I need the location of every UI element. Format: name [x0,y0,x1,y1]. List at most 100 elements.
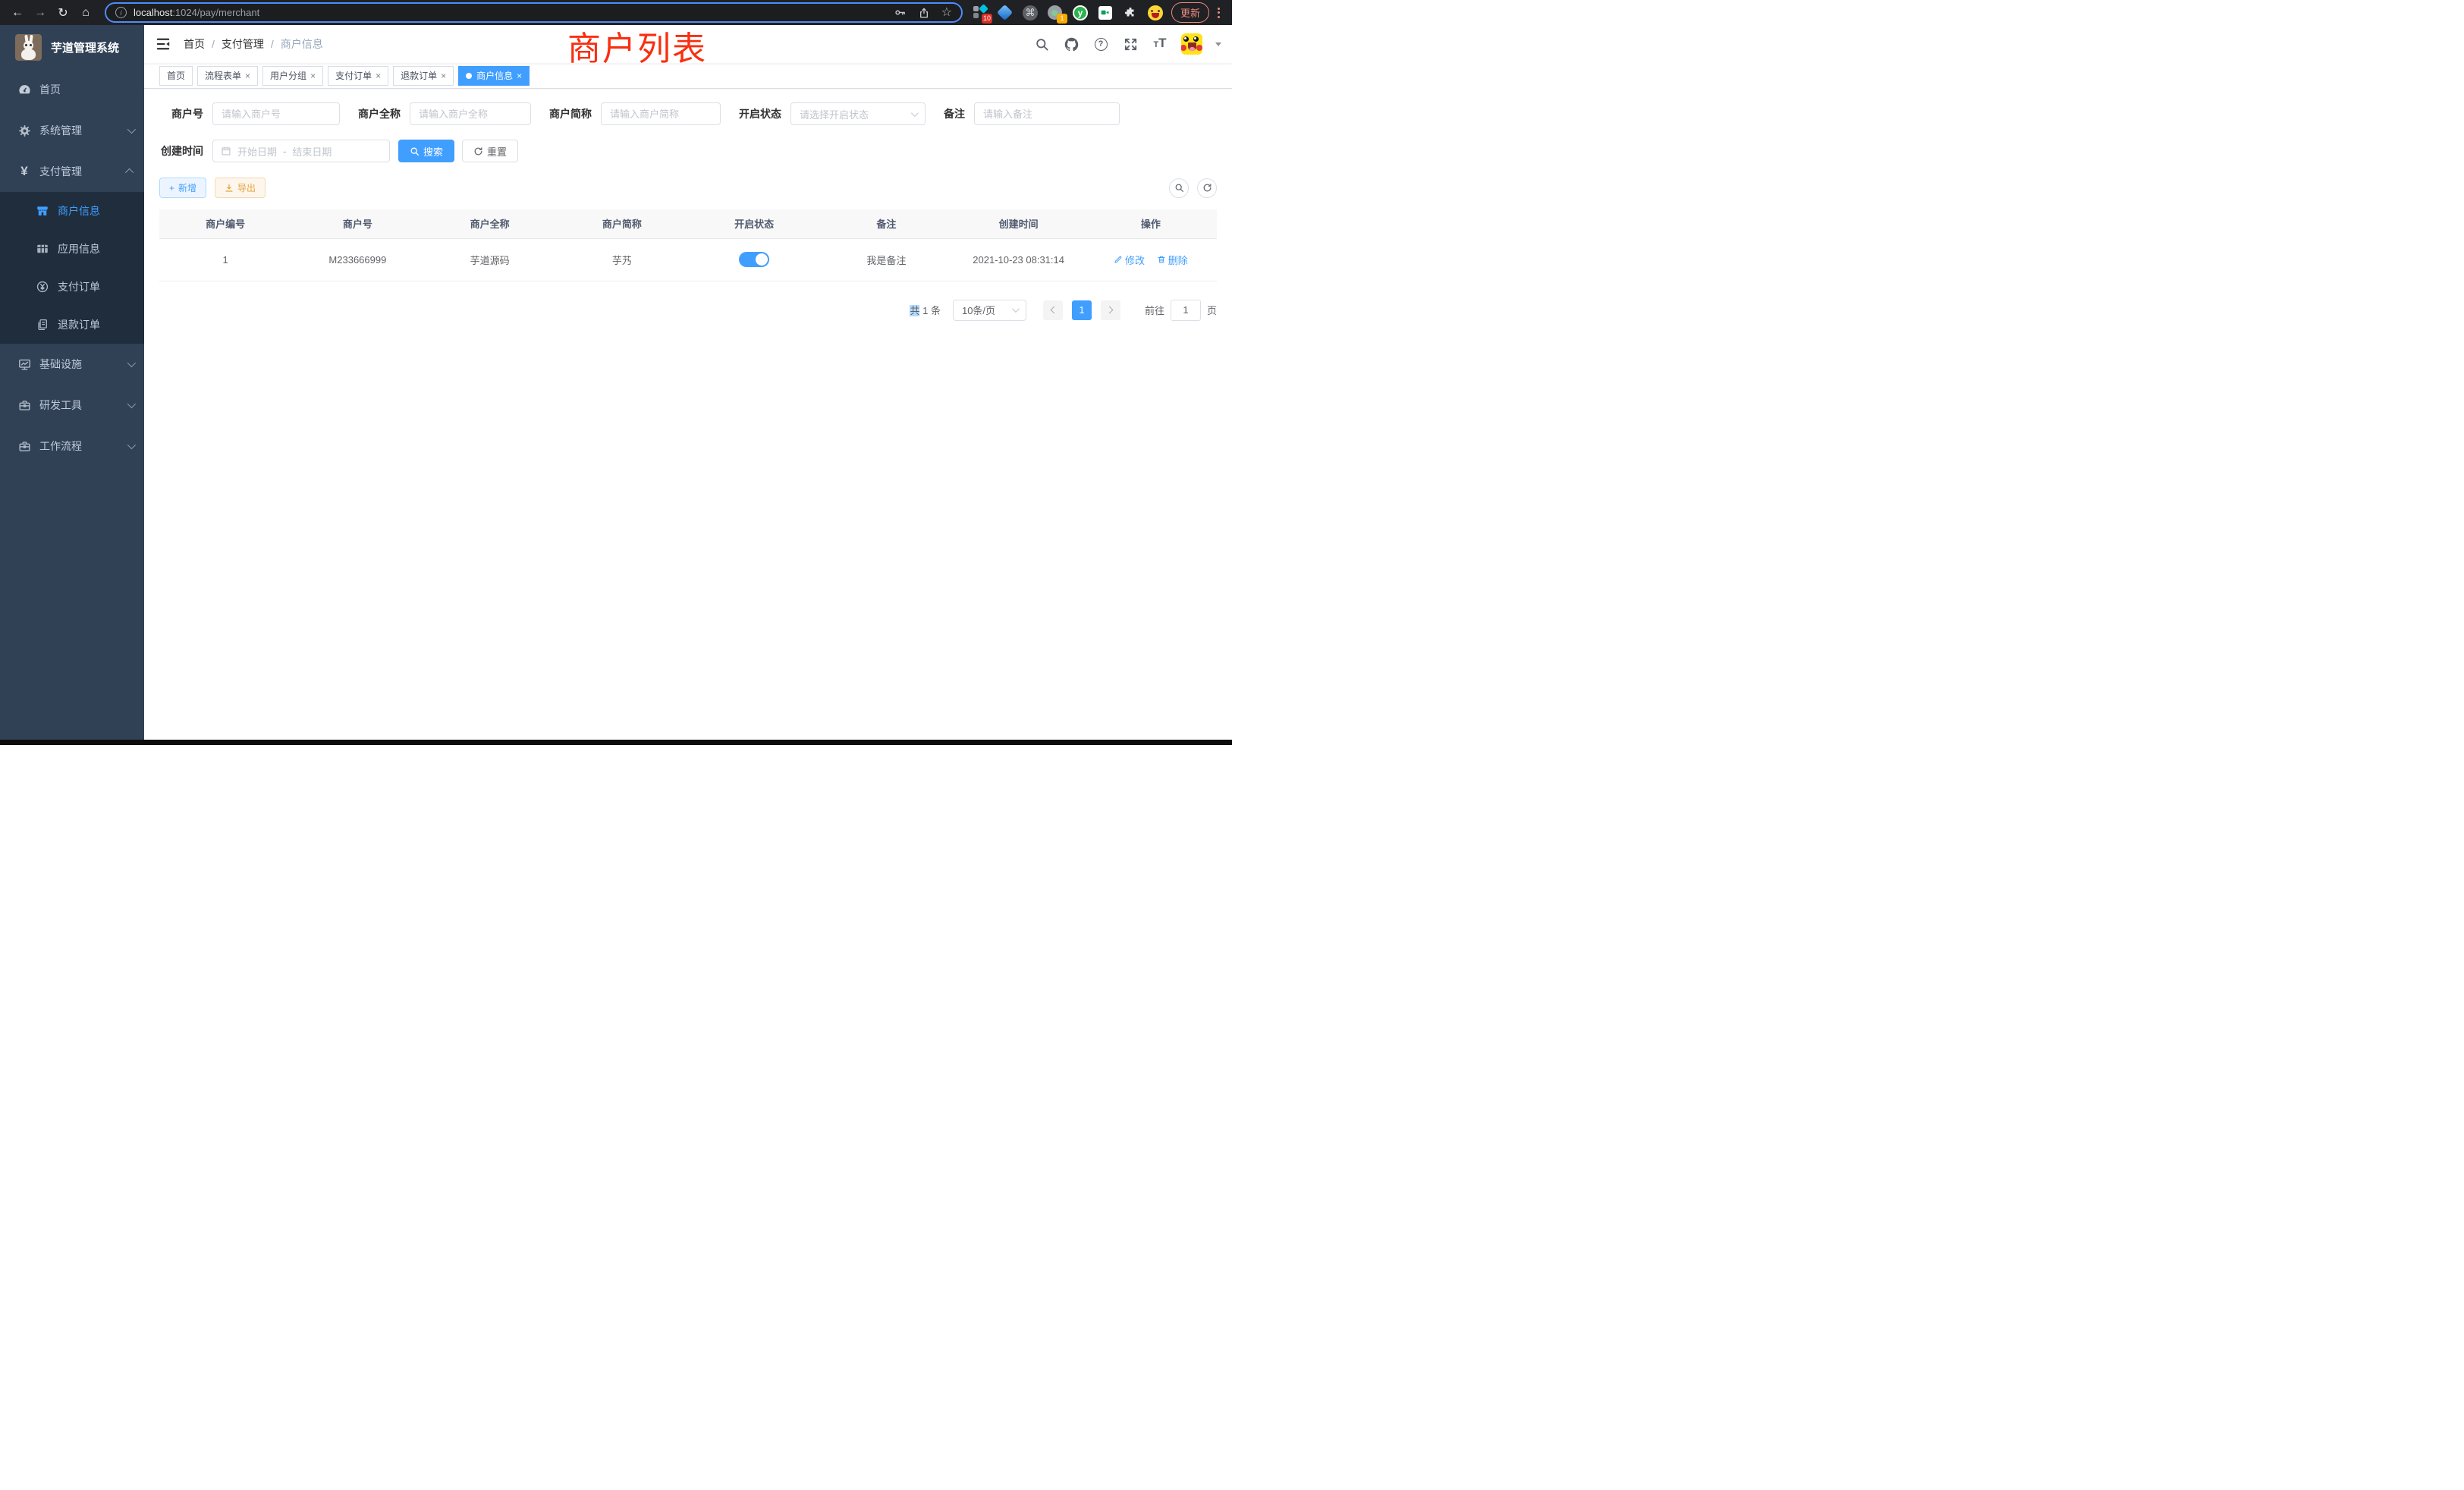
password-key-icon[interactable] [894,6,907,19]
next-page-button[interactable] [1101,300,1120,320]
sidebar-item-refund-order[interactable]: 退款订单 [0,306,144,344]
yen-circle-icon [33,280,52,294]
tags-view-bar: 首页 流程表单× 用户分组× 支付订单× 退款订单× 商户信息 × [144,63,1232,89]
breadcrumb-payment[interactable]: 支付管理 [222,36,264,52]
tab-user-group[interactable]: 用户分组× [262,66,323,86]
home-icon: ⌂ [82,6,90,20]
status-field: 开启状态 请选择开启状态 [739,102,926,125]
tab-home[interactable]: 首页 [159,66,193,86]
extensions-puzzle-icon[interactable] [1122,5,1139,21]
goto-page-input[interactable] [1171,300,1201,321]
yen-icon: ¥ [15,164,33,179]
extension-grid-icon[interactable]: 10 [972,5,988,21]
remark-input[interactable] [974,102,1120,125]
create-time-range-picker[interactable]: 开始日期 - 结束日期 [212,140,390,162]
extension-command-icon[interactable]: ⌘ [1022,5,1039,21]
merchant-no-input[interactable] [212,102,340,125]
tab-pay-order[interactable]: 支付订单× [328,66,388,86]
extension-recorder-icon[interactable]: 1 [1047,5,1064,21]
sidebar-item-pay-order[interactable]: 支付订单 [0,268,144,306]
close-icon[interactable]: × [441,71,446,80]
fullscreen-icon[interactable] [1122,36,1139,52]
edit-label: 修改 [1125,253,1145,267]
page-size-select[interactable]: 10条/页 [953,300,1026,321]
refresh-table-button[interactable] [1197,178,1217,198]
help-icon[interactable]: ? [1092,36,1109,52]
column-header: 备注 [820,209,952,238]
page-number-button[interactable]: 1 [1072,300,1092,320]
font-small-glyph: T [1153,40,1158,49]
breadcrumb-home[interactable]: 首页 [184,36,205,52]
chrome-menu-icon[interactable] [1212,5,1224,21]
tab-flow-form[interactable]: 流程表单× [197,66,258,86]
add-button[interactable]: + 新增 [159,178,206,198]
merchant-fullname-input[interactable] [410,102,531,125]
merchant-shortname-input[interactable] [601,102,721,125]
font-big-glyph: T [1158,36,1166,51]
search-button-label: 搜索 [423,144,443,159]
sidebar-logo[interactable]: 芋道管理系统 [0,25,144,69]
site-info-icon[interactable]: i [115,7,127,18]
app-title: 芋道管理系统 [51,39,119,55]
browser-forward-button[interactable]: → [30,3,50,23]
sidebar-item-payment[interactable]: ¥ 支付管理 [0,151,144,192]
header-search-icon[interactable] [1033,36,1050,52]
profile-avatar-icon[interactable] [1147,5,1164,21]
tab-refund-order[interactable]: 退款订单× [393,66,454,86]
sidebar-item-workflow[interactable]: 工作流程 [0,426,144,467]
prev-page-button[interactable] [1043,300,1063,320]
cell-full-name: 芋道源码 [424,238,556,281]
close-icon[interactable]: × [245,71,250,80]
chrome-update-button[interactable]: 更新 [1171,2,1209,23]
sidebar-item-app-info[interactable]: 应用信息 [0,230,144,268]
sidebar-item-label: 研发工具 [39,398,82,413]
calendar-icon [221,146,231,156]
close-icon[interactable]: × [310,71,316,80]
table-tools [1169,178,1217,198]
search-icon [1174,183,1184,193]
sidebar-collapse-icon[interactable] [155,36,171,52]
delete-link[interactable]: 删除 [1157,253,1188,267]
edit-link[interactable]: 修改 [1114,253,1145,267]
avatar-dropdown-caret[interactable] [1215,42,1221,46]
user-avatar[interactable] [1181,33,1202,55]
sidebar-item-infrastructure[interactable]: 基础设施 [0,344,144,385]
status-toggle[interactable] [739,252,769,267]
close-icon[interactable]: × [517,71,522,80]
info-letter: i [121,9,122,17]
cell-create-time: 2021-10-23 08:31:14 [953,238,1085,281]
browser-back-button[interactable]: ← [8,3,27,23]
tab-label: 商户信息 [476,69,513,82]
url-bar[interactable]: i localhost:1024/pay/merchant ☆ [105,2,963,23]
close-icon[interactable]: × [376,71,381,80]
sidebar-item-dev-tools[interactable]: 研发工具 [0,385,144,426]
browser-reload-button[interactable]: ↻ [53,3,73,23]
sidebar-item-merchant-info[interactable]: 商户信息 [0,192,144,230]
github-icon[interactable] [1063,36,1080,52]
payment-submenu: 商户信息 应用信息 支付订单 退款订单 [0,192,144,344]
extension-y-icon[interactable]: y [1072,5,1089,21]
sidebar-item-label: 工作流程 [39,439,82,454]
browser-home-button[interactable]: ⌂ [76,3,96,23]
breadcrumb-current: 商户信息 [281,36,323,52]
table-toolbar: + 新增 导出 [159,178,1217,198]
search-button[interactable]: 搜索 [398,140,454,162]
status-select[interactable]: 请选择开启状态 [790,102,926,125]
sidebar-item-home[interactable]: 首页 [0,69,144,110]
bookmark-star-icon[interactable]: ☆ [941,7,952,19]
merchant-no-field: 商户号 [159,102,340,125]
sidebar-item-label: 首页 [39,82,61,97]
extension-gem-icon[interactable] [997,5,1014,21]
sidebar-item-system[interactable]: 系统管理 [0,110,144,151]
toggle-search-button[interactable] [1169,178,1189,198]
dashboard-icon [15,83,33,97]
tab-label: 首页 [167,69,185,82]
share-icon[interactable] [918,7,930,19]
field-label: 商户简称 [549,106,592,121]
download-icon [225,184,234,193]
extension-flag-icon[interactable] [1097,5,1114,21]
font-size-icon[interactable]: TT [1152,36,1168,52]
tab-merchant-info[interactable]: 商户信息 × [458,66,530,86]
export-button[interactable]: 导出 [215,178,266,198]
reset-button[interactable]: 重置 [462,140,518,162]
